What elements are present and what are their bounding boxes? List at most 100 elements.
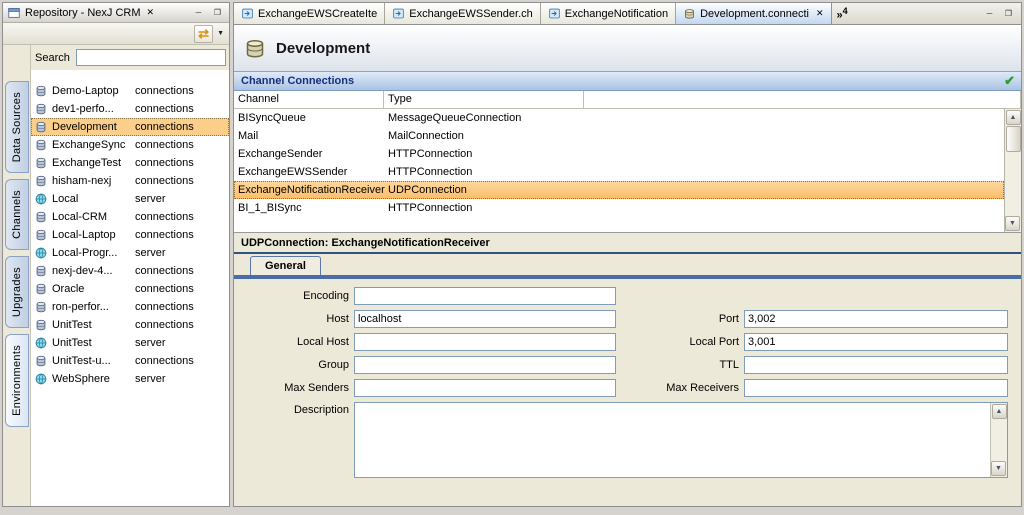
editor-tab-exchangenotification[interactable]: ExchangeNotification (541, 3, 676, 24)
group-field[interactable] (354, 356, 616, 374)
tab-folder-band (234, 275, 1021, 279)
list-item[interactable]: ron-perfor... connections (31, 298, 229, 316)
item-name: Demo-Laptop (52, 85, 135, 97)
port-field[interactable] (744, 310, 1008, 328)
table-row[interactable]: BISyncQueue MessageQueueConnection (234, 109, 1004, 127)
connections-icon (34, 264, 48, 278)
channel-icon (241, 7, 254, 20)
table-scrollbar[interactable]: ▲ ▼ (1004, 109, 1021, 232)
tab-environments[interactable]: Environments (5, 334, 29, 427)
list-item[interactable]: nexj-dev-4... connections (31, 262, 229, 280)
sync-button[interactable]: ⇄ (194, 25, 213, 43)
environment-icon (683, 7, 696, 20)
list-item[interactable]: Demo-Laptop connections (31, 82, 229, 100)
editor-tab-development-connections[interactable]: Development.connecti ✕ (676, 3, 831, 24)
udp-connection-form: Encoding Host Port Local Host Local Port (234, 279, 1021, 506)
item-name: Local-CRM (52, 211, 135, 223)
max-receivers-field[interactable] (744, 379, 1008, 397)
connections-icon (34, 120, 48, 134)
list-item[interactable]: WebSphere server (31, 370, 229, 388)
item-name: ron-perfor... (52, 301, 135, 313)
server-icon (34, 192, 48, 206)
connections-icon (34, 282, 48, 296)
form-row-host-port: Host Port (234, 310, 1021, 328)
editor-tab-exchangeewscreateite[interactable]: ExchangeEWSCreateIte (234, 3, 385, 24)
item-name: Development (52, 121, 135, 133)
item-name: UnitTest (52, 337, 135, 349)
list-item[interactable]: UnitTest-u... connections (31, 352, 229, 370)
scroll-down-button[interactable]: ▼ (1005, 216, 1020, 231)
item-type: server (135, 373, 166, 385)
max-receivers-label: Max Receivers (616, 382, 744, 394)
list-item[interactable]: Local-CRM connections (31, 208, 229, 226)
encoding-field[interactable] (354, 287, 616, 305)
list-item[interactable]: Local-Laptop connections (31, 226, 229, 244)
table-header: Channel Type (234, 91, 1021, 109)
table-row[interactable]: Mail MailConnection (234, 127, 1004, 145)
list-item[interactable]: ExchangeTest connections (31, 154, 229, 172)
table-row[interactable]: ExchangeEWSSender HTTPConnection (234, 163, 1004, 181)
list-item[interactable]: ExchangeSync connections (31, 136, 229, 154)
item-type: connections (135, 139, 194, 151)
local-port-field[interactable] (744, 333, 1008, 351)
item-name: dev1-perfo... (52, 103, 135, 115)
tab-channels[interactable]: Channels (5, 179, 29, 250)
table-row[interactable]: ExchangeSender HTTPConnection (234, 145, 1004, 163)
section-title: Channel Connections (241, 75, 354, 87)
connections-icon (34, 84, 48, 98)
tab-overflow-button[interactable]: »4 (832, 6, 853, 22)
list-item[interactable]: Local-Progr... server (31, 244, 229, 262)
close-view-icon[interactable]: ✕ (145, 7, 157, 18)
close-tab-icon[interactable]: ✕ (816, 8, 824, 19)
local-host-field[interactable] (354, 333, 616, 351)
environments-list: Demo-Laptop connections dev1-perfo... co… (31, 70, 229, 506)
max-senders-field[interactable] (354, 379, 616, 397)
column-header-type[interactable]: Type (384, 91, 584, 108)
scrollbar-thumb[interactable] (1006, 126, 1021, 152)
host-field[interactable] (354, 310, 616, 328)
minimize-editor-button[interactable]: ─ (982, 7, 997, 21)
search-label: Search (35, 52, 70, 64)
tab-upgrades[interactable]: Upgrades (5, 256, 29, 328)
minimize-view-button[interactable]: ─ (191, 6, 206, 20)
tab-overflow-count: 4 (843, 6, 848, 16)
toolbar-dropdown-icon[interactable]: ▼ (215, 30, 224, 37)
form-row-localhost-localport: Local Host Local Port (234, 333, 1021, 351)
item-type: connections (135, 175, 194, 187)
description-field[interactable] (354, 402, 1008, 478)
sync-icon: ⇄ (198, 27, 209, 41)
maximize-editor-button[interactable]: ❐ (1001, 7, 1016, 21)
editor-window-buttons: ─ ❐ (977, 7, 1021, 21)
item-type: connections (135, 265, 194, 277)
scroll-up-button[interactable]: ▲ (992, 404, 1007, 419)
scroll-down-button[interactable]: ▼ (991, 461, 1006, 476)
detail-section-title: UDPConnection: ExchangeNotificationRecei… (234, 232, 1021, 254)
tab-general[interactable]: General (250, 256, 321, 275)
scroll-up-button[interactable]: ▲ (1006, 110, 1021, 125)
search-input[interactable] (76, 49, 226, 66)
item-type: connections (135, 211, 194, 223)
port-label: Port (616, 313, 744, 325)
connections-icon (34, 174, 48, 188)
connections-icon (34, 228, 48, 242)
editor-tabbar: ExchangeEWSCreateIte ExchangeEWSSender.c… (234, 3, 1021, 25)
list-item[interactable]: Local server (31, 190, 229, 208)
ttl-field[interactable] (744, 356, 1008, 374)
repository-vertical-tabs: Data Sources Channels Upgrades Environme… (3, 45, 30, 506)
list-item[interactable]: UnitTest server (31, 334, 229, 352)
column-header-channel[interactable]: Channel (234, 91, 384, 108)
list-item[interactable]: Oracle connections (31, 280, 229, 298)
description-scrollbar[interactable]: ▲ ▼ (990, 403, 1007, 477)
list-item[interactable]: hisham-nexj connections (31, 172, 229, 190)
list-item[interactable]: dev1-perfo... connections (31, 100, 229, 118)
editor-tab-exchangeewssender[interactable]: ExchangeEWSSender.ch (385, 3, 541, 24)
tab-data-sources[interactable]: Data Sources (5, 81, 29, 173)
table-row[interactable]: BI_1_BISync HTTPConnection (234, 199, 1004, 217)
item-name: Local (52, 193, 135, 205)
table-row-selected[interactable]: ExchangeNotificationReceiver UDPConnecti… (234, 181, 1004, 199)
item-name: ExchangeTest (52, 157, 135, 169)
list-item[interactable]: UnitTest connections (31, 316, 229, 334)
maximize-view-button[interactable]: ❐ (210, 6, 225, 20)
list-item-selected[interactable]: Development connections (31, 118, 229, 136)
repository-view-body: Data Sources Channels Upgrades Environme… (3, 45, 229, 506)
